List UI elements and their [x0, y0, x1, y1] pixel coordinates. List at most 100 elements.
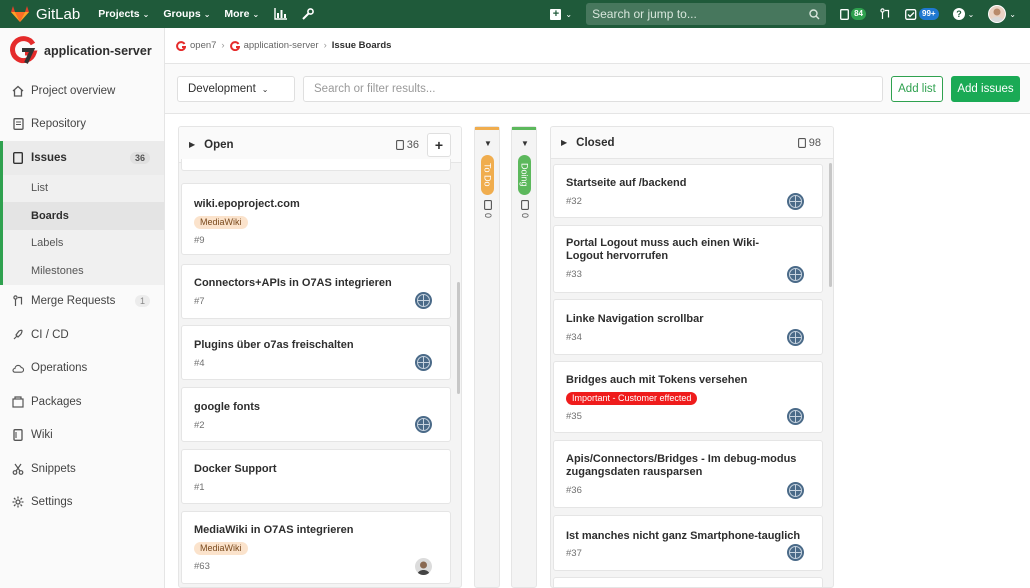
board-list-todo[interactable]: ▼ To Do 0: [474, 126, 500, 588]
search-input[interactable]: Search or jump to...: [586, 3, 827, 25]
issue-title[interactable]: Startseite auf /backend: [566, 177, 686, 190]
sidebar-item-packages[interactable]: Packages: [0, 385, 164, 419]
issue-title[interactable]: Docker Support: [194, 463, 277, 476]
add-list-button[interactable]: Add list: [891, 76, 943, 102]
board-selector-dropdown[interactable]: Development ⌄: [177, 76, 295, 102]
sidebar-subitem-milestones[interactable]: Milestones: [0, 257, 164, 285]
assignee-avatar[interactable]: [415, 558, 432, 575]
add-issues-button[interactable]: Add issues: [951, 76, 1020, 102]
issue-title[interactable]: Ist manches nicht ganz Smartphone-taugli…: [566, 530, 800, 543]
issue-title[interactable]: MediaWiki in O7AS integrieren: [194, 524, 353, 537]
collapse-caret-icon[interactable]: ▶: [189, 140, 195, 149]
sidebar-subitem-list[interactable]: List: [0, 174, 164, 202]
nav-projects[interactable]: Projects ⌄: [98, 8, 149, 20]
issue-reference: #35: [566, 411, 582, 422]
assignee-avatar[interactable]: [415, 292, 432, 309]
home-icon: [12, 85, 24, 97]
issue-label[interactable]: MediaWiki: [194, 216, 248, 229]
issue-card[interactable]: google fonts #2: [181, 387, 451, 442]
sidebar-item-repository[interactable]: Repository: [0, 108, 164, 142]
sidebar-item-label: Packages: [31, 395, 82, 408]
admin-wrench-icon[interactable]: [301, 7, 315, 21]
sidebar-item-project-overview[interactable]: Project overview: [0, 74, 164, 108]
assignee-avatar[interactable]: [787, 482, 804, 499]
issue-card[interactable]: Linke Navigation scrollbar #34: [553, 299, 823, 355]
issue-card[interactable]: MediaWiki in O7AS integrieren MediaWiki …: [181, 511, 451, 584]
assignee-avatar[interactable]: [415, 354, 432, 371]
list-scrollbar[interactable]: [457, 282, 460, 394]
breadcrumb-group-link[interactable]: open7: [190, 40, 216, 51]
sidebar-item-merge-requests[interactable]: Merge Requests 1: [0, 285, 164, 319]
cloud-icon: [12, 362, 24, 374]
issue-title[interactable]: Linke Navigation scrollbar: [566, 313, 704, 326]
assignee-avatar[interactable]: [787, 544, 804, 561]
issue-card[interactable]: Plugins über o7as freischalten #4: [181, 325, 451, 380]
activity-chart-icon[interactable]: [273, 7, 287, 21]
nav-groups[interactable]: Groups ⌄: [163, 8, 210, 20]
sidebar-subitem-label: List: [31, 182, 49, 195]
sidebar-item-wiki[interactable]: Wiki: [0, 419, 164, 453]
project-header[interactable]: application-server: [0, 28, 164, 74]
sidebar-item-ci-cd[interactable]: CI / CD: [0, 318, 164, 352]
nav-projects-label: Projects: [98, 8, 140, 20]
gitlab-home-link[interactable]: GitLab: [10, 5, 80, 23]
expand-caret-icon[interactable]: ▼: [484, 139, 492, 148]
nav-more[interactable]: More ⌄: [224, 8, 259, 20]
collapse-caret-icon[interactable]: ▶: [561, 138, 567, 147]
chevron-down-icon: ⌄: [1009, 9, 1016, 19]
issue-card[interactable]: Startseite auf /backend #32: [553, 164, 823, 218]
help-dropdown[interactable]: ? ⌄: [952, 8, 974, 20]
issue-title[interactable]: Apis/Connectors/Bridges - Im debug-modus…: [566, 453, 806, 479]
issues-icon: [395, 140, 404, 150]
issue-title[interactable]: Plugins über o7as freischalten: [194, 339, 354, 352]
new-item-button[interactable]: + ⌄: [550, 8, 572, 20]
assignee-avatar[interactable]: [787, 329, 804, 346]
issue-card-partial[interactable]: [553, 577, 823, 587]
merge-requests-shortcut[interactable]: [880, 8, 891, 20]
list-scrollbar[interactable]: [829, 163, 832, 287]
issue-title[interactable]: wiki.epoproject.com: [194, 198, 300, 211]
merge-request-icon: [12, 295, 24, 307]
assignee-avatar[interactable]: [787, 266, 804, 283]
issue-title[interactable]: Portal Logout muss auch einen Wiki-Logou…: [566, 237, 786, 263]
issue-card[interactable]: Connectors+APIs in O7AS integrieren #7: [181, 264, 451, 319]
issue-card[interactable]: Ist manches nicht ganz Smartphone-taugli…: [553, 515, 823, 571]
assignee-avatar[interactable]: [787, 193, 804, 210]
issue-label[interactable]: Important - Customer effected: [566, 392, 698, 405]
issue-title[interactable]: Bridges auch mit Tokens versehen: [566, 374, 747, 387]
issue-label[interactable]: MediaWiki: [194, 542, 248, 555]
add-issue-button[interactable]: +: [427, 133, 451, 157]
breadcrumb-project-link[interactable]: application-server: [244, 40, 319, 51]
list-header-open[interactable]: ▶ Open 36 +: [179, 127, 461, 163]
filter-input[interactable]: Search or filter results...: [303, 76, 883, 102]
issue-card[interactable]: Portal Logout muss auch einen Wiki-Logou…: [553, 225, 823, 293]
issue-card[interactable]: Bridges auch mit Tokens versehen Importa…: [553, 361, 823, 433]
expand-caret-icon[interactable]: ▼: [521, 139, 529, 148]
list-count-value: 36: [406, 139, 419, 151]
issue-card-partial[interactable]: [181, 159, 451, 171]
sidebar-item-snippets[interactable]: Snippets: [0, 452, 164, 486]
package-icon: [12, 396, 24, 408]
issues-icon: [521, 200, 529, 210]
list-header-closed[interactable]: ▶ Closed 98: [551, 127, 833, 159]
board-list-doing[interactable]: ▼ Doing 0: [511, 126, 537, 588]
sidebar-subitem-labels[interactable]: Labels: [0, 229, 164, 257]
issue-title[interactable]: Connectors+APIs in O7AS integrieren: [194, 277, 392, 290]
breadcrumb-current[interactable]: Issue Boards: [332, 40, 392, 51]
assignee-avatar[interactable]: [787, 408, 804, 425]
issues-shortcut[interactable]: 84: [840, 8, 867, 20]
issue-card[interactable]: wiki.epoproject.com MediaWiki #9: [181, 183, 451, 255]
sidebar-item-issues[interactable]: Issues 36: [0, 141, 164, 175]
sidebar-item-operations[interactable]: Operations: [0, 352, 164, 386]
sidebar-subitem-boards[interactable]: Boards: [0, 202, 164, 230]
rocket-icon: [12, 329, 24, 341]
todos-shortcut[interactable]: 99+: [905, 8, 939, 20]
issue-title[interactable]: google fonts: [194, 401, 260, 414]
issue-card[interactable]: Docker Support #1: [181, 449, 451, 504]
user-menu[interactable]: ⌄: [988, 5, 1016, 23]
sidebar-item-settings[interactable]: Settings: [0, 486, 164, 520]
project-sidebar: application-server Project overview Repo…: [0, 28, 165, 588]
issue-card[interactable]: Apis/Connectors/Bridges - Im debug-modus…: [553, 440, 823, 508]
assignee-avatar[interactable]: [415, 416, 432, 433]
sidebar-subitem-label: Boards: [31, 209, 69, 222]
